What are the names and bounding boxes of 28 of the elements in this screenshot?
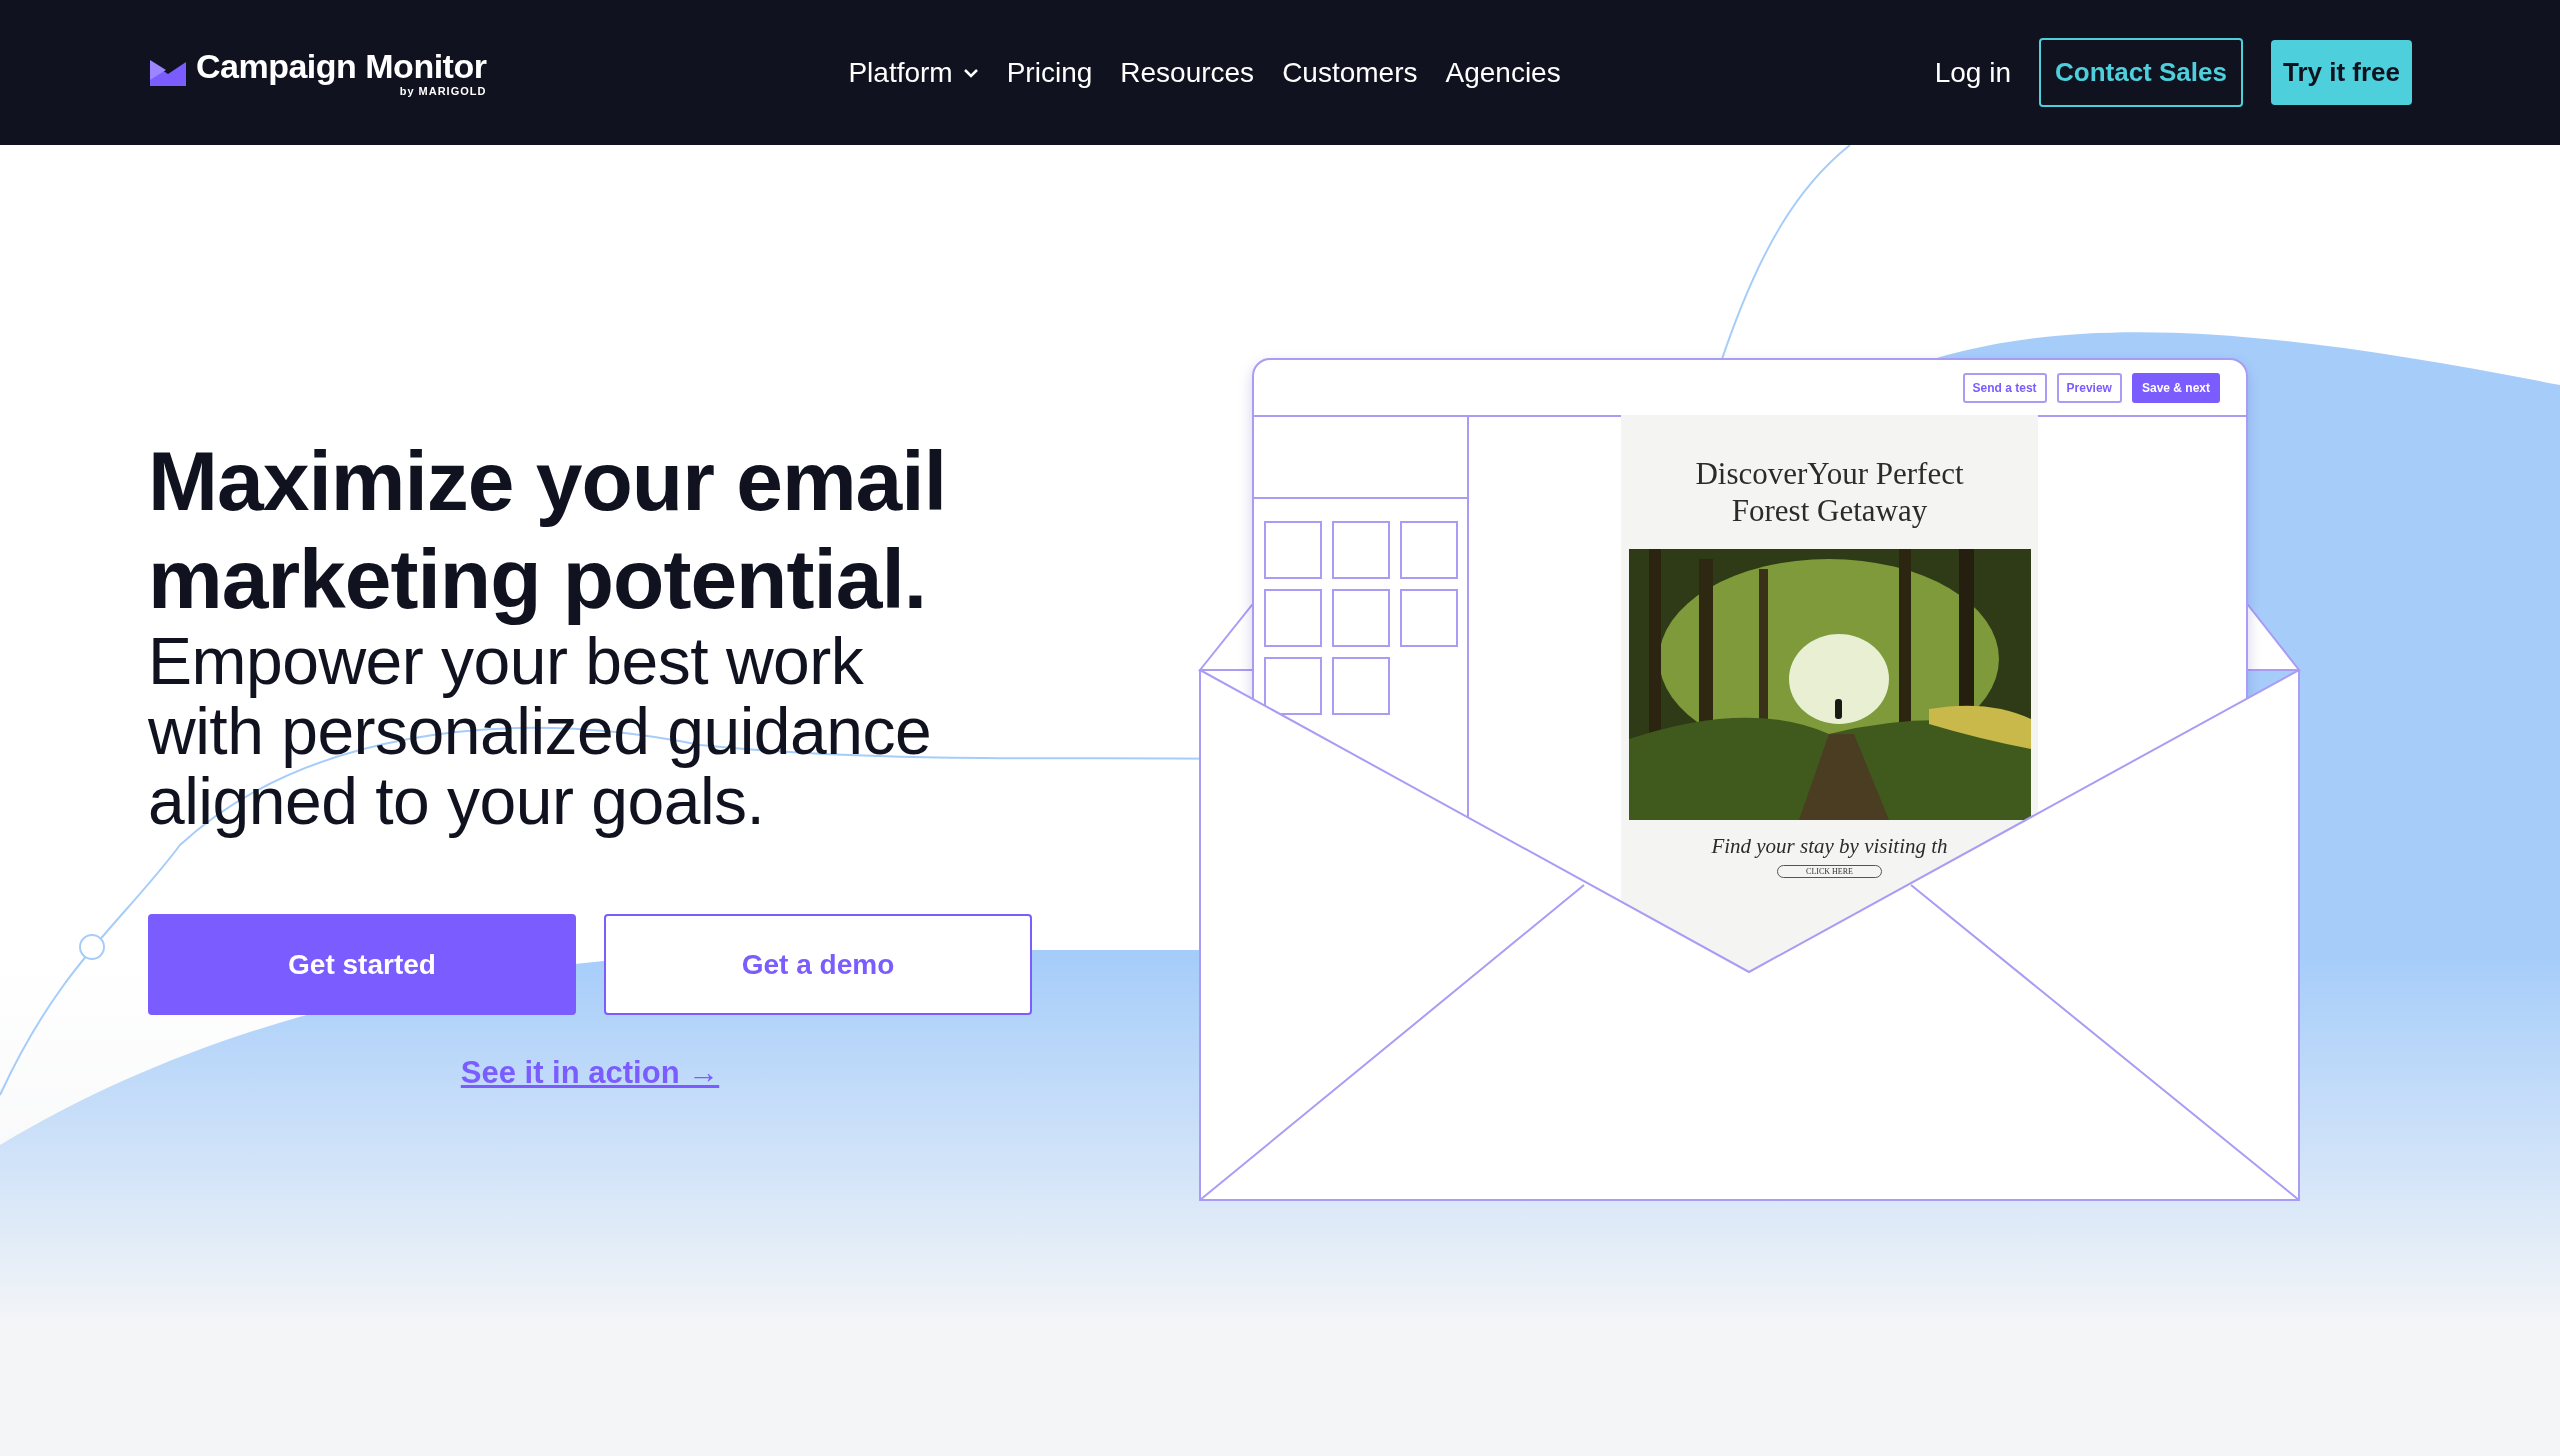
header-button[interactable]: Contact Sales [2039,38,2243,107]
block-tile [1264,521,1322,579]
email-title: DiscoverYour Perfect Forest Getaway [1695,455,1964,529]
email-body-text: Find your stay by visiting th [1711,834,1948,859]
logo-icon [150,59,186,86]
get-started-button[interactable]: Get started [148,914,576,1015]
login-link[interactable]: Log in [1934,56,2011,89]
chevron-down-icon [962,67,979,78]
toolbar-button[interactable]: Save & next [2131,372,2220,403]
nav-link[interactable]: Resources [1120,56,1255,89]
toolbar-button[interactable]: Preview [2056,372,2122,403]
block-tile [1400,589,1458,647]
brand-byline: by MARIGOLD [399,84,487,97]
nav-link[interactable]: Pricing [1006,56,1093,89]
header-button[interactable]: Try it free [2270,40,2412,105]
block-tile [1332,657,1390,715]
nav-link[interactable]: Agencies [1445,56,1561,89]
nav-link[interactable]: Customers [1282,56,1418,89]
block-tile [1332,521,1390,579]
block-tile [1264,589,1322,647]
hero-subheading: Empower your best work with personalized guidance aligned to your goals. [148,626,933,836]
nav-link[interactable]: Platform [848,56,979,89]
toolbar-button[interactable]: Send a test [1962,372,2047,403]
block-tile [1332,589,1390,647]
brand-name[interactable]: Campaign Monitor [196,48,487,83]
demo-button[interactable]: Get a demo [604,914,1032,1015]
hero-heading: Maximize your email marketing potential. [148,433,947,628]
block-tile [1400,521,1458,579]
